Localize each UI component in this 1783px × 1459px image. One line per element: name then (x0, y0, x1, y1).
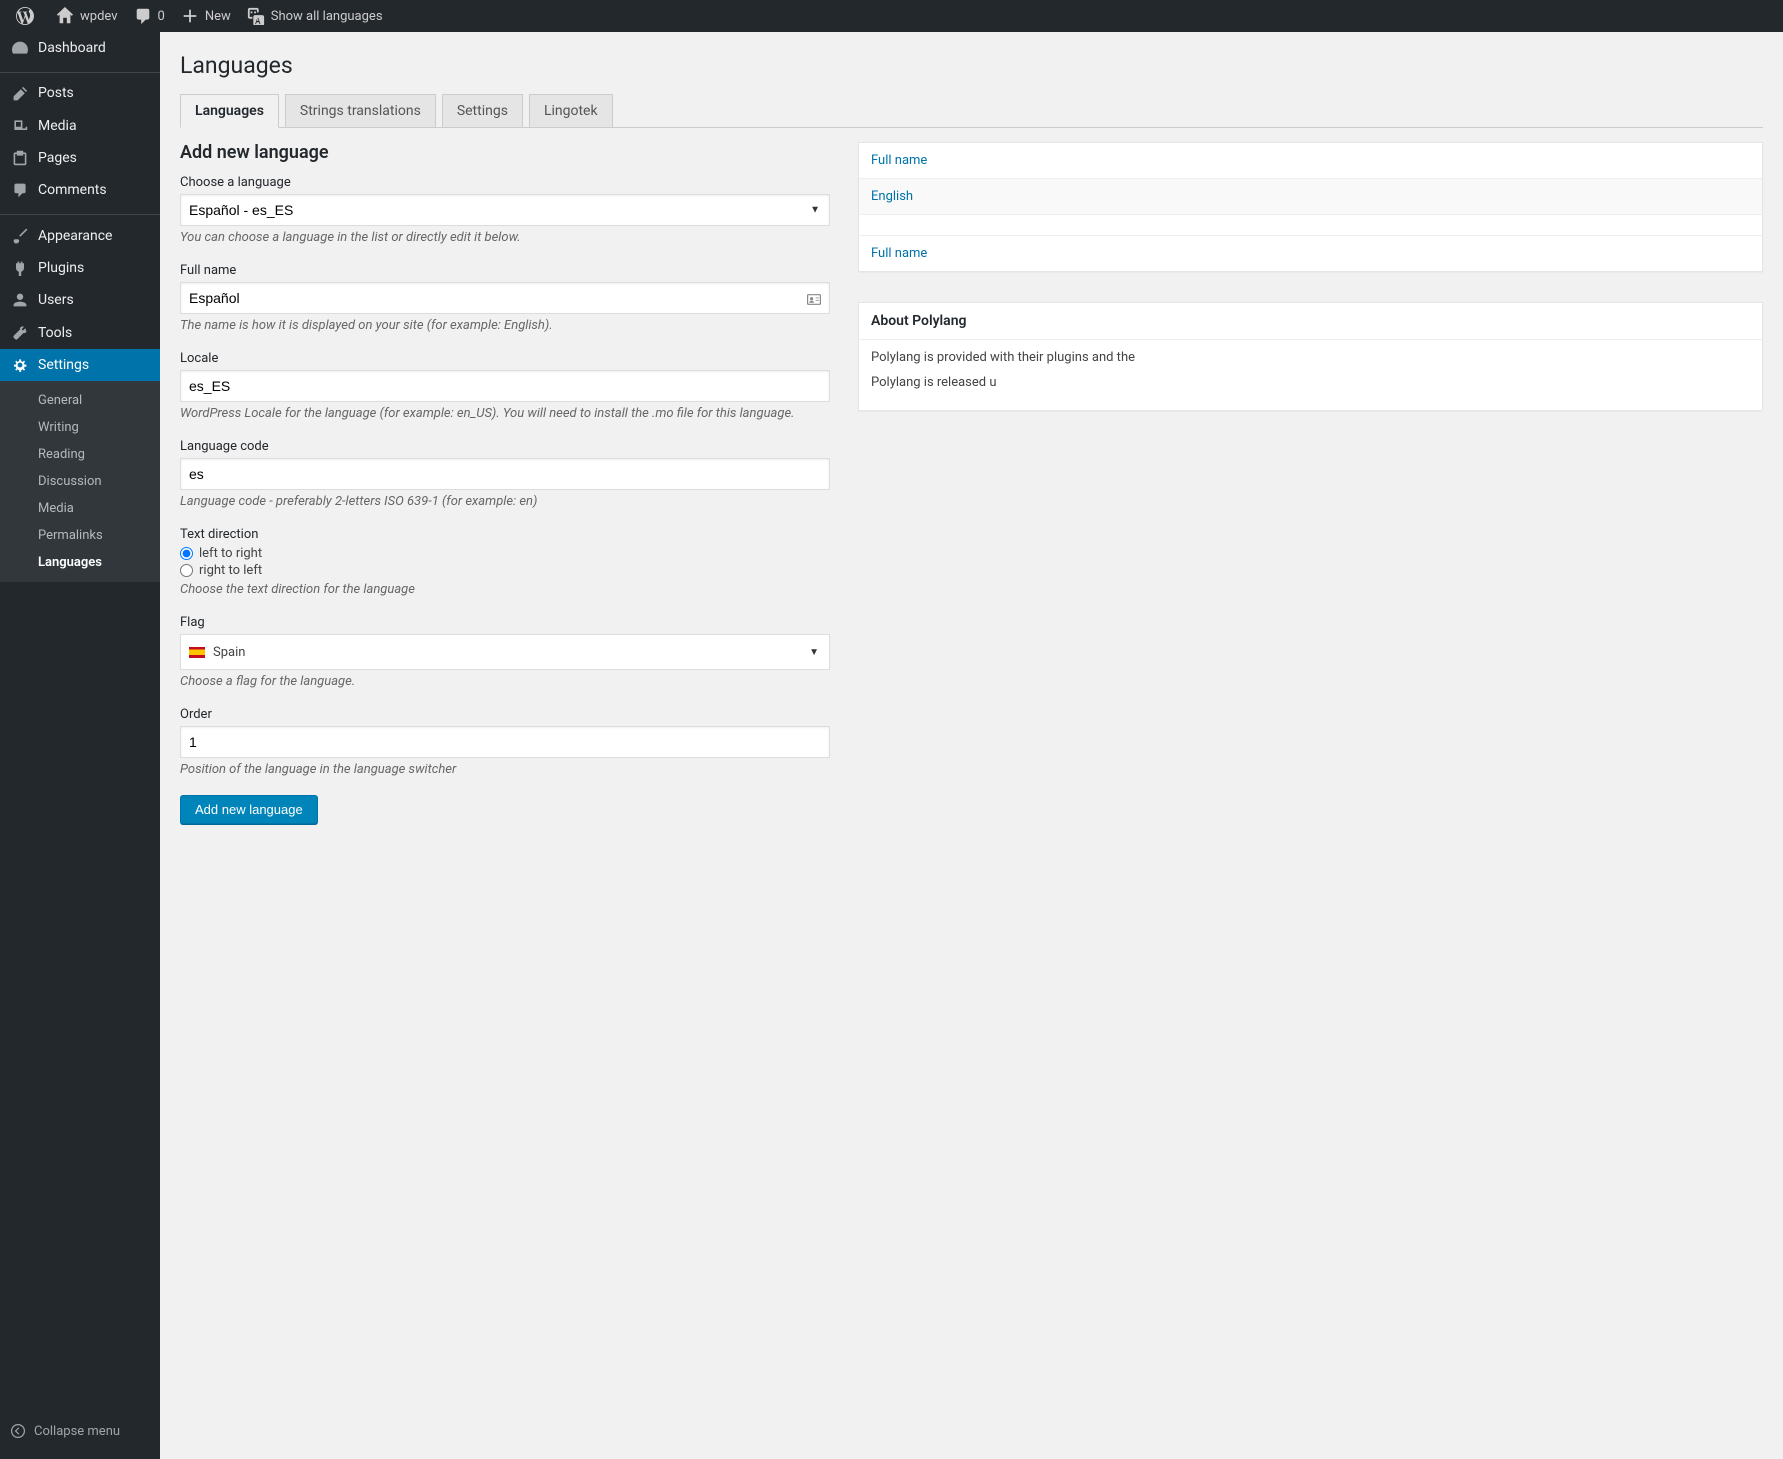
side-column: Full name English Full name About Polyla… (858, 142, 1763, 441)
collapse-menu[interactable]: Collapse menu (0, 1413, 160, 1459)
submenu-languages[interactable]: Languages (0, 549, 160, 576)
new-link[interactable]: New (173, 0, 239, 32)
direction-ltr-radio[interactable] (180, 547, 193, 560)
locale-label: Locale (180, 351, 830, 366)
menu-media[interactable]: Media (0, 110, 160, 142)
langcode-label: Language code (180, 439, 830, 454)
about-text-2: Polylang is released u (871, 375, 1750, 390)
submenu-media[interactable]: Media (0, 495, 160, 522)
locale-hint: WordPress Locale for the language (for e… (180, 406, 830, 421)
user-icon (10, 292, 30, 308)
separator (0, 210, 160, 215)
add-language-form: Add new language Choose a language Españ… (180, 142, 830, 824)
show-all-label: Show all languages (271, 9, 383, 24)
tab-settings[interactable]: Settings (442, 94, 523, 128)
about-title: About Polylang (859, 303, 1762, 340)
nav-tabs: Languages Strings translations Settings … (180, 94, 1763, 128)
home-icon (56, 7, 74, 25)
wrench-icon (10, 324, 30, 340)
menu-plugins[interactable]: Plugins (0, 252, 160, 284)
table-footer[interactable]: Full name (859, 235, 1762, 271)
order-input[interactable] (180, 726, 830, 758)
choose-language-label: Choose a language (180, 175, 830, 190)
menu-appearance[interactable]: Appearance (0, 219, 160, 251)
new-label: New (205, 9, 231, 24)
tab-lingotek[interactable]: Lingotek (529, 94, 613, 128)
menu-tools[interactable]: Tools (0, 316, 160, 348)
comment-icon (134, 7, 152, 25)
flag-select[interactable]: Spain (180, 634, 830, 670)
media-icon (10, 118, 30, 134)
langcode-hint: Language code - preferably 2-letters ISO… (180, 494, 830, 509)
site-link[interactable]: wpdev (48, 0, 126, 32)
about-text-1: Polylang is provided with their plugins … (871, 350, 1750, 365)
flag-label: Flag (180, 615, 830, 630)
collapse-icon (10, 1423, 26, 1439)
order-label: Order (180, 707, 830, 722)
page-icon (10, 150, 30, 166)
table-header[interactable]: Full name (859, 143, 1762, 179)
brush-icon (10, 227, 30, 243)
menu-dashboard[interactable]: Dashboard (0, 32, 160, 64)
admin-topbar: wpdev 0 New Show all languages (0, 0, 1783, 32)
page-title: Languages (180, 52, 1763, 79)
plugin-icon (10, 260, 30, 276)
wp-logo[interactable] (8, 0, 48, 32)
menu-pages[interactable]: Pages (0, 142, 160, 174)
comments-count: 0 (158, 9, 165, 24)
tab-strings[interactable]: Strings translations (285, 94, 436, 128)
settings-submenu: General Writing Reading Discussion Media… (0, 381, 160, 582)
submenu-writing[interactable]: Writing (0, 414, 160, 441)
separator (0, 68, 160, 73)
wordpress-icon (16, 7, 34, 25)
fullname-label: Full name (180, 263, 830, 278)
content-area: Languages Languages Strings translations… (160, 32, 1783, 1459)
direction-hint: Choose the text direction for the langua… (180, 582, 830, 597)
menu-users[interactable]: Users (0, 284, 160, 316)
choose-language-hint: You can choose a language in the list or… (180, 230, 830, 245)
form-heading: Add new language (180, 142, 830, 163)
menu-posts[interactable]: Posts (0, 77, 160, 109)
submenu-general[interactable]: General (0, 387, 160, 414)
pin-icon (10, 85, 30, 101)
languages-table: Full name English Full name (858, 142, 1763, 272)
order-hint: Position of the language in the language… (180, 762, 830, 777)
flag-spain-icon (189, 647, 205, 658)
add-language-button[interactable]: Add new language (180, 795, 318, 824)
table-row-empty (859, 215, 1762, 235)
submenu-discussion[interactable]: Discussion (0, 468, 160, 495)
flag-hint: Choose a flag for the language. (180, 674, 830, 689)
about-panel: About Polylang Polylang is provided with… (858, 302, 1763, 411)
show-all-languages[interactable]: Show all languages (239, 0, 391, 32)
fullname-hint: The name is how it is displayed on your … (180, 318, 830, 333)
choose-language-select[interactable]: Español - es_ES (180, 194, 830, 226)
id-card-icon (806, 289, 822, 308)
direction-rtl-radio[interactable] (180, 564, 193, 577)
table-row[interactable]: English (859, 179, 1762, 215)
menu-comments[interactable]: Comments (0, 174, 160, 206)
fullname-input[interactable] (180, 282, 830, 314)
comments-link[interactable]: 0 (126, 0, 173, 32)
submenu-permalinks[interactable]: Permalinks (0, 522, 160, 549)
translate-icon (247, 7, 265, 25)
submenu-reading[interactable]: Reading (0, 441, 160, 468)
plus-icon (181, 7, 199, 25)
tab-languages[interactable]: Languages (180, 94, 279, 128)
site-name: wpdev (80, 9, 118, 24)
menu-settings[interactable]: Settings (0, 349, 160, 381)
direction-label: Text direction (180, 527, 830, 542)
admin-sidebar: Dashboard Posts Media Pages Comments App… (0, 32, 160, 1459)
locale-input[interactable] (180, 370, 830, 402)
dashboard-icon (10, 40, 30, 56)
comment-icon (10, 182, 30, 198)
settings-icon (10, 357, 30, 373)
langcode-input[interactable] (180, 458, 830, 490)
